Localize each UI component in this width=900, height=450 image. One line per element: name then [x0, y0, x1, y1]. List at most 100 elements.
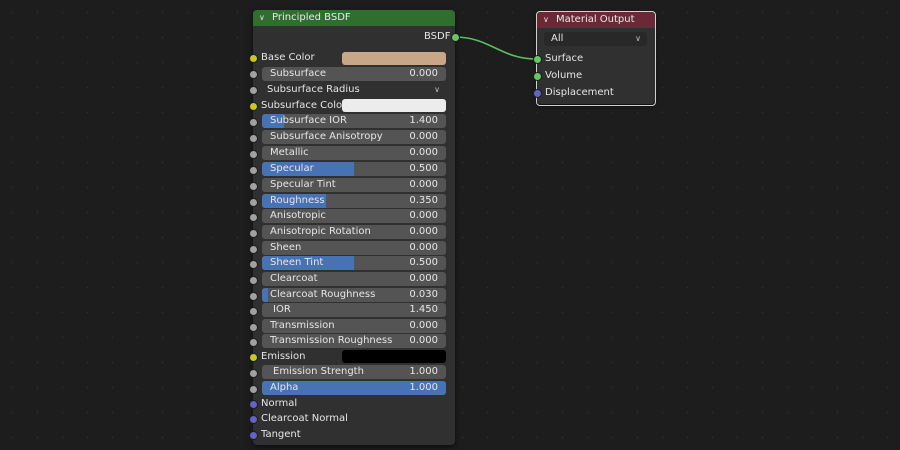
clearcoat-normal-socket[interactable]	[249, 415, 258, 424]
subsurface-ior-label: Subsurface IOR	[270, 115, 347, 126]
anisotropic-rotation-socket[interactable]	[249, 229, 258, 238]
transmission-roughness-value: 0.000	[409, 335, 438, 346]
output-node-title: Material Output	[556, 14, 635, 25]
base-color-socket[interactable]	[249, 54, 258, 63]
transmission-label: Transmission	[270, 320, 335, 331]
subsurface-anisotropy-label: Subsurface Anisotropy	[270, 131, 383, 142]
ior-field[interactable]: IOR 1.450	[262, 303, 446, 317]
specular-tint-field[interactable]: Specular Tint 0.000	[262, 178, 446, 192]
tangent-label: Tangent	[261, 429, 301, 440]
subsurface-socket[interactable]	[249, 70, 258, 79]
subsurface-ior-field[interactable]: Subsurface IOR 1.400	[262, 114, 446, 128]
specular-socket[interactable]	[249, 166, 258, 175]
clearcoat-roughness-field[interactable]: Clearcoat Roughness 0.030	[262, 288, 446, 302]
anisotropic-field[interactable]: Anisotropic 0.000	[262, 209, 446, 223]
ior-socket[interactable]	[249, 307, 258, 316]
subsurface-ior-socket[interactable]	[249, 118, 258, 127]
specular-tint-socket[interactable]	[249, 182, 258, 191]
clearcoat-roughness-slider-fill	[262, 288, 268, 302]
sheen-socket[interactable]	[249, 245, 258, 254]
base-color-label: Base Color	[261, 52, 315, 63]
anisotropic-socket[interactable]	[249, 213, 258, 222]
anisotropic-rotation-field[interactable]: Anisotropic Rotation 0.000	[262, 225, 446, 239]
clearcoat-roughness-label: Clearcoat Roughness	[270, 289, 376, 300]
base-color-swatch[interactable]	[342, 52, 446, 65]
bsdf-node-title: Principled BSDF	[272, 12, 351, 23]
surface-label: Surface	[545, 53, 584, 64]
sheen-field[interactable]: Sheen 0.000	[262, 241, 446, 255]
sheen-value: 0.000	[409, 242, 438, 253]
specular-value: 0.500	[409, 163, 438, 174]
clearcoat-roughness-socket[interactable]	[249, 292, 258, 301]
subsurface-radius-socket[interactable]	[249, 86, 258, 95]
emission-socket[interactable]	[249, 353, 258, 362]
clearcoat-label: Clearcoat	[270, 273, 318, 284]
transmission-roughness-field[interactable]: Transmission Roughness 0.000	[262, 334, 446, 348]
metallic-label: Metallic	[270, 147, 309, 158]
emission-strength-field[interactable]: Emission Strength 1.000	[262, 365, 446, 379]
collapse-chevron-icon[interactable]: ∨	[259, 10, 269, 26]
dropdown-chevron-icon: ∨	[635, 34, 641, 43]
clearcoat-socket[interactable]	[249, 276, 258, 285]
transmission-socket[interactable]	[249, 323, 258, 332]
subsurface-method-value: Subsurface Radius	[267, 84, 360, 95]
alpha-field[interactable]: Alpha 1.000	[262, 381, 446, 395]
ior-label: IOR	[273, 304, 291, 315]
ior-value: 1.450	[409, 304, 438, 315]
emission-strength-label: Emission Strength	[273, 366, 364, 377]
emission-strength-socket[interactable]	[249, 369, 258, 378]
metallic-field[interactable]: Metallic 0.000	[262, 146, 446, 160]
displacement-socket[interactable]	[533, 89, 542, 98]
bsdf-node-header[interactable]: ∨ Principled BSDF	[253, 10, 455, 26]
subsurface-value: 0.000	[409, 68, 438, 79]
normal-socket[interactable]	[249, 400, 258, 409]
anisotropic-value: 0.000	[409, 210, 438, 221]
transmission-roughness-label: Transmission Roughness	[270, 335, 393, 346]
subsurface-ior-value: 1.400	[409, 115, 438, 126]
subsurface-anisotropy-value: 0.000	[409, 131, 438, 142]
dropdown-chevron-icon: ∨	[434, 85, 440, 94]
roughness-socket[interactable]	[249, 198, 258, 207]
bsdf-output-label: BSDF	[424, 31, 451, 42]
tangent-socket[interactable]	[249, 431, 258, 440]
alpha-label: Alpha	[270, 382, 299, 393]
subsurface-field[interactable]: Subsurface 0.000	[262, 67, 446, 81]
metallic-value: 0.000	[409, 147, 438, 158]
anisotropic-rotation-value: 0.000	[409, 226, 438, 237]
specular-tint-value: 0.000	[409, 179, 438, 190]
alpha-value: 1.000	[409, 382, 438, 393]
clearcoat-normal-label: Clearcoat Normal	[261, 413, 348, 424]
anisotropic-rotation-label: Anisotropic Rotation	[270, 226, 371, 237]
volume-socket[interactable]	[533, 72, 542, 81]
subsurface-anisotropy-field[interactable]: Subsurface Anisotropy 0.000	[262, 130, 446, 144]
transmission-roughness-socket[interactable]	[249, 338, 258, 347]
metallic-socket[interactable]	[249, 150, 258, 159]
displacement-label: Displacement	[545, 87, 614, 98]
output-node-header[interactable]: ∨ Material Output	[537, 12, 655, 28]
roughness-label: Roughness	[270, 195, 325, 206]
subsurface-color-label: Subsurface Color	[261, 100, 347, 111]
alpha-socket[interactable]	[249, 385, 258, 394]
clearcoat-field[interactable]: Clearcoat 0.000	[262, 272, 446, 286]
subsurface-color-socket[interactable]	[249, 102, 258, 111]
transmission-field[interactable]: Transmission 0.000	[262, 319, 446, 333]
sheen-tint-socket[interactable]	[249, 260, 258, 269]
specular-field[interactable]: Specular 0.500	[262, 162, 446, 176]
sheen-tint-field[interactable]: Sheen Tint 0.500	[262, 256, 446, 270]
clearcoat-roughness-value: 0.030	[409, 289, 438, 300]
subsurface-anisotropy-socket[interactable]	[249, 134, 258, 143]
normal-label: Normal	[261, 398, 298, 409]
sheen-tint-label: Sheen Tint	[270, 257, 324, 268]
specular-tint-label: Specular Tint	[270, 179, 336, 190]
transmission-value: 0.000	[409, 320, 438, 331]
output-target-dropdown[interactable]: All ∨	[544, 32, 647, 46]
collapse-chevron-icon[interactable]: ∨	[543, 12, 553, 28]
bsdf-output-socket[interactable]	[451, 33, 460, 42]
subsurface-color-swatch[interactable]	[342, 99, 446, 112]
roughness-field[interactable]: Roughness 0.350	[262, 194, 446, 208]
anisotropic-label: Anisotropic	[270, 210, 326, 221]
emission-color-swatch[interactable]	[342, 350, 446, 363]
surface-socket[interactable]	[533, 55, 542, 64]
volume-label: Volume	[545, 70, 583, 81]
subsurface-method-dropdown[interactable]: Subsurface Radius ∨	[262, 83, 446, 97]
